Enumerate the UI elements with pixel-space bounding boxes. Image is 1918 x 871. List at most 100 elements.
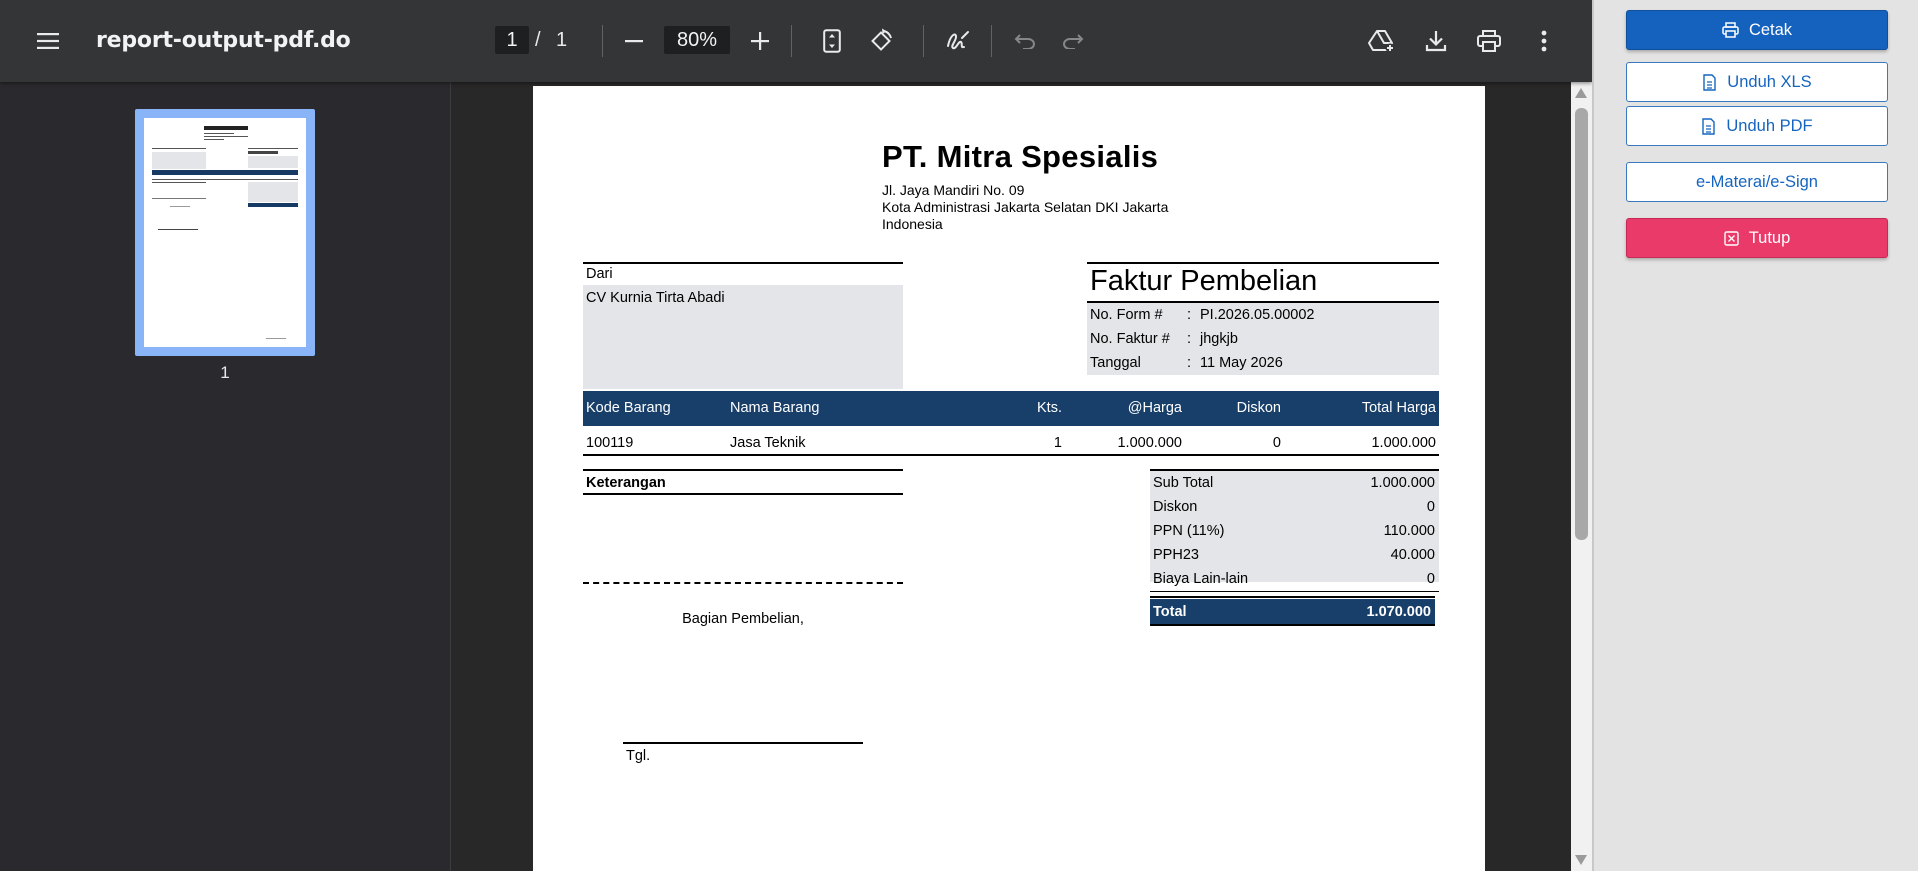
- print-button[interactable]: Cetak: [1626, 10, 1888, 50]
- thumbnail-page-number: 1: [220, 363, 230, 382]
- total-value: 1.070.000: [1366, 604, 1431, 620]
- meta-date: 11 May 2026: [1200, 355, 1283, 371]
- table-bottom-rule: [583, 454, 1439, 456]
- company-address-line3: Indonesia: [882, 216, 943, 232]
- pdf-viewer: report-output-pdf.do 1 / 1 80% 1 PT. Mit…: [0, 0, 1592, 871]
- toolbar-divider: [923, 25, 924, 57]
- meta-form-number: PI.2026.05.00002: [1200, 307, 1315, 323]
- summary-value: 0: [1426, 499, 1435, 515]
- signature-label: Bagian Pembelian,: [682, 611, 804, 627]
- col-header: Diskon: [1236, 400, 1281, 416]
- printer-icon: [1722, 22, 1739, 38]
- e-materai-sign-button[interactable]: e-Materai/e-Sign: [1626, 162, 1888, 202]
- redo-icon[interactable]: [1053, 21, 1093, 61]
- download-pdf-label: Unduh PDF: [1726, 116, 1813, 135]
- meta-separator: :: [1187, 307, 1192, 323]
- download-xls-label: Unduh XLS: [1727, 72, 1812, 91]
- rotate-icon[interactable]: [861, 21, 901, 61]
- total-bottom-rule: [1150, 624, 1435, 626]
- undo-icon[interactable]: [1005, 21, 1045, 61]
- signature-line: [623, 742, 863, 744]
- total-row: Total 1.070.000: [1150, 599, 1435, 624]
- meta-separator: :: [1187, 331, 1192, 347]
- scroll-down-arrow-icon[interactable]: [1575, 855, 1587, 865]
- plus-icon[interactable]: [740, 21, 780, 61]
- summary-label: Diskon: [1153, 499, 1198, 515]
- notes-top-rule: [583, 469, 903, 471]
- summary-divider: [1150, 591, 1439, 592]
- print-icon[interactable]: [1469, 21, 1509, 61]
- page-total: 1: [556, 29, 568, 51]
- col-header: Kts.: [1037, 400, 1062, 416]
- notes-bottom-rule: [583, 493, 903, 495]
- summary-label: Sub Total: [1153, 475, 1214, 491]
- col-header: Nama Barang: [730, 400, 820, 416]
- from-top-rule: [583, 262, 903, 264]
- toolbar-divider: [791, 25, 792, 57]
- page-number-input[interactable]: 1: [495, 26, 529, 54]
- minus-icon[interactable]: [614, 21, 654, 61]
- dashed-separator: [583, 582, 903, 584]
- supplier-name: CV Kurnia Tirta Abadi: [586, 290, 725, 306]
- from-label: Dari: [586, 266, 613, 282]
- print-button-label: Cetak: [1748, 20, 1793, 39]
- close-box-icon: [1724, 230, 1739, 246]
- date-label: Tgl.: [626, 748, 651, 764]
- company-address-line1: Jl. Jaya Mandiri No. 09: [882, 182, 1025, 198]
- draw-icon[interactable]: [938, 21, 978, 61]
- download-xls-button[interactable]: Unduh XLS: [1626, 62, 1888, 102]
- summary-row: PPH23 40.000: [1150, 543, 1439, 567]
- company-address-line2: Kota Administrasi Jakarta Selatan DKI Ja…: [882, 199, 1169, 215]
- zoom-level-input[interactable]: 80%: [664, 26, 730, 54]
- summary-label: Biaya Lain-lain: [1153, 571, 1249, 587]
- toolbar-divider: [991, 25, 992, 57]
- menu-icon[interactable]: [28, 21, 68, 61]
- pdf-page: PT. Mitra Spesialis Jl. Jaya Mandiri No.…: [533, 86, 1485, 871]
- summary-row: Diskon 0: [1150, 495, 1439, 519]
- total-top-rule: [1150, 596, 1435, 598]
- doc-title-top-rule: [1087, 262, 1439, 264]
- thumbnail-page-preview: [144, 118, 306, 347]
- meta-label: Tanggal: [1090, 355, 1141, 371]
- col-header: @Harga: [1127, 400, 1182, 416]
- drive-icon[interactable]: [1362, 21, 1402, 61]
- cell-item-name: Jasa Teknik: [730, 435, 806, 451]
- meta-label: No. Form #: [1090, 307, 1163, 323]
- document-type-title: Faktur Pembelian: [1090, 265, 1318, 297]
- file-icon: [1701, 117, 1716, 135]
- file-icon: [1702, 73, 1717, 91]
- page-scrollbar[interactable]: [1571, 82, 1592, 871]
- summary-value: 0: [1426, 571, 1435, 587]
- meta-label: No. Faktur #: [1090, 331, 1170, 347]
- summary-value: 110.000: [1383, 523, 1435, 539]
- e-materai-sign-label: e-Materai/e-Sign: [1696, 172, 1818, 191]
- download-icon[interactable]: [1416, 21, 1456, 61]
- table-row: 100119 Jasa Teknik 1 1.000.000 0 1.000.0…: [583, 426, 1439, 456]
- more-icon[interactable]: [1524, 21, 1564, 61]
- scroll-up-arrow-icon[interactable]: [1575, 88, 1587, 98]
- summary-label: PPH23: [1153, 547, 1199, 563]
- meta-separator: :: [1187, 355, 1192, 371]
- download-pdf-button[interactable]: Unduh PDF: [1626, 106, 1888, 146]
- cell-item-code: 100119: [586, 435, 634, 451]
- company-name: PT. Mitra Spesialis: [882, 139, 1159, 174]
- fit-page-icon[interactable]: [812, 21, 852, 61]
- cell-qty: 1: [1053, 435, 1062, 451]
- summary-row: PPN (11%) 110.000: [1150, 519, 1439, 543]
- cell-total: 1.000.000: [1371, 435, 1436, 451]
- page-thumbnail[interactable]: [135, 109, 315, 356]
- summary-row: Biaya Lain-lain 0: [1150, 567, 1439, 591]
- close-button[interactable]: Tutup: [1626, 218, 1888, 258]
- scrollbar-thumb[interactable]: [1575, 108, 1588, 540]
- cell-unit-price: 1.000.000: [1117, 435, 1182, 451]
- notes-label: Keterangan: [586, 475, 666, 491]
- summary-row: Sub Total 1.000.000: [1150, 471, 1439, 495]
- table-header: Kode Barang Nama Barang Kts. @Harga Disk…: [583, 391, 1439, 426]
- toolbar-divider: [602, 25, 603, 57]
- close-button-label: Tutup: [1748, 228, 1791, 247]
- total-label: Total: [1153, 604, 1187, 620]
- thumbnail-sidebar: 1: [0, 82, 451, 871]
- page-separator: /: [535, 29, 541, 51]
- col-header: Total Harga: [1361, 400, 1436, 416]
- summary-label: PPN (11%): [1153, 523, 1225, 539]
